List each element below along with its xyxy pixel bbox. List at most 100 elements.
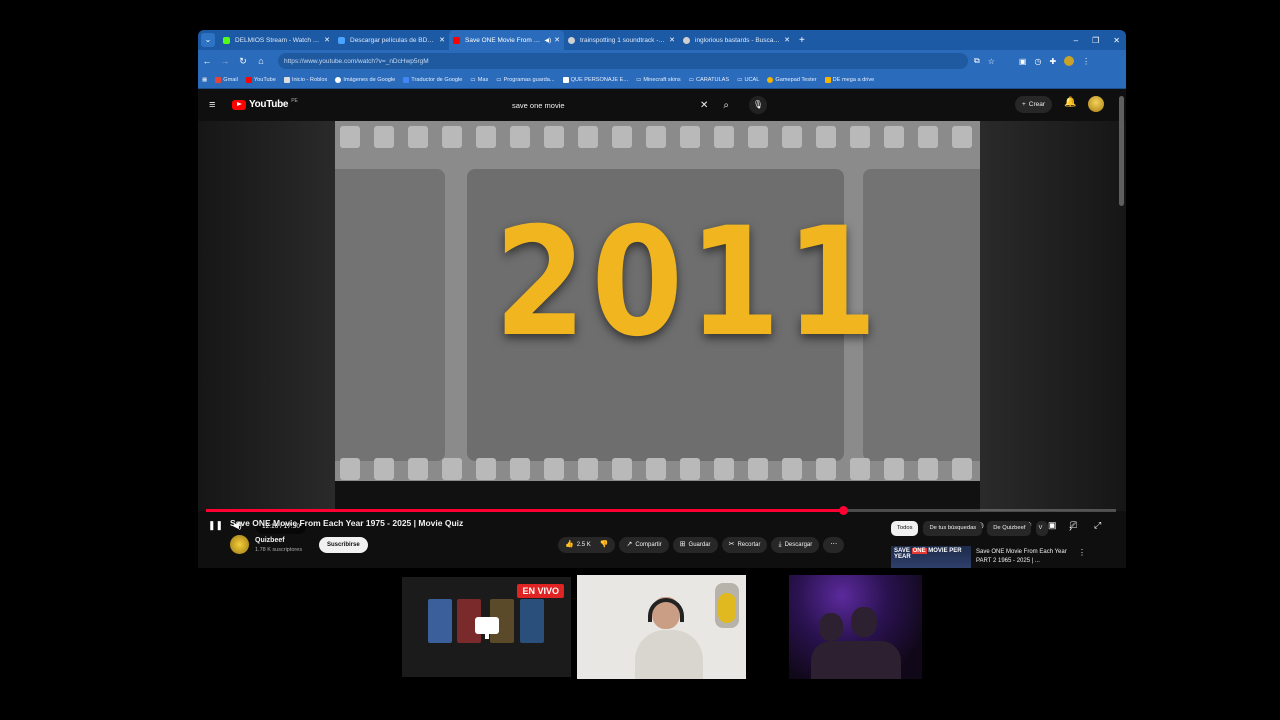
extension-puzzle-icon[interactable]: ✚	[1049, 57, 1056, 66]
download-button[interactable]: ⤓ Descargar	[771, 537, 820, 553]
minimize-icon[interactable]: –	[1074, 36, 1078, 45]
youtube-header: ≡ YouTube PE save one movie ✕ ⌕ 🎙 + Crea…	[198, 89, 1126, 121]
bookmark-gmail[interactable]: Gmail	[215, 77, 238, 83]
bookmark-folder-ucal[interactable]: ▭ UCAL	[737, 77, 759, 83]
share-button[interactable]: ↗ Compartir	[619, 537, 669, 553]
recommendation-title[interactable]: Save ONE Movie From Each Year PART 2 196…	[976, 548, 1068, 566]
hamburger-menu-icon[interactable]: ≡	[209, 99, 215, 111]
microphone-icon[interactable]: 🎙	[749, 96, 767, 114]
channel-avatar[interactable]	[230, 535, 249, 554]
save-button[interactable]: ⊞ Guardar	[672, 537, 718, 553]
close-window-icon[interactable]: ✕	[1113, 36, 1120, 45]
browser-toolbar: ← → ↻ ⌂ https://www.youtube.com/watch?v=…	[198, 50, 1126, 72]
history-icon[interactable]: ◷	[1034, 57, 1041, 66]
film-hole	[646, 126, 666, 148]
subscribe-button[interactable]: Suscribirse	[319, 537, 368, 553]
bookmark-roblox[interactable]: Inicio - Roblox	[283, 77, 327, 83]
tab-4[interactable]: inglorious bastards - Buscar co ✕	[679, 30, 794, 50]
tab-title: inglorious bastards - Buscar co	[695, 36, 782, 44]
recommendation-thumbnail[interactable]: SAVE ONE MOVIE PER YEAR	[891, 546, 971, 568]
restore-icon[interactable]: ❐	[1092, 36, 1099, 45]
progress-scrubber[interactable]	[839, 506, 848, 515]
chip-from-channel[interactable]: De Quizbeef	[987, 521, 1032, 536]
notifications-bell-icon[interactable]: 🔔	[1064, 97, 1076, 108]
profile-avatar[interactable]	[1064, 56, 1075, 66]
menu-dots-icon[interactable]: ⋮	[1082, 57, 1090, 66]
bookmark-label: Programas guarda...	[503, 77, 555, 83]
film-hole	[646, 458, 666, 480]
bookmark-translate[interactable]: Traductor de Google	[403, 77, 462, 83]
close-icon[interactable]: ✕	[554, 36, 560, 44]
bookmark-folder-minecraft[interactable]: ▭ Minecraft skins	[636, 77, 681, 83]
tab-1[interactable]: Descargar películas de BD25 en ✕	[334, 30, 449, 50]
film-hole	[510, 126, 530, 148]
progress-bar[interactable]	[206, 506, 1116, 515]
pause-icon[interactable]: ❚❚	[208, 520, 223, 531]
back-icon[interactable]: ←	[198, 56, 216, 66]
webcam-panel-guest	[789, 575, 922, 679]
video-player[interactable]: 2011 ❚❚ ◀) 12:16 / 17:30 ◉ ▭ ⚙ ▣ ⎚ ⤢	[198, 121, 1126, 534]
speaker-icon[interactable]: ◀)	[545, 37, 552, 44]
scissors-icon: ✂	[728, 541, 735, 548]
miniplayer-icon[interactable]: ▣	[1048, 520, 1057, 531]
like-button[interactable]: 👍 2.5 K 👎	[558, 537, 616, 553]
create-button[interactable]: + Crear	[1015, 96, 1053, 113]
video-frame[interactable]: 2011	[335, 121, 980, 481]
tab-0[interactable]: DELMIOS Stream - Watch Live ✕	[219, 30, 334, 50]
page-scrollbar[interactable]	[1119, 96, 1124, 206]
bookmark-label: YouTube	[253, 77, 276, 83]
bookmark-google-images[interactable]: Imágenes de Google	[335, 77, 395, 83]
guest-figure	[819, 613, 843, 641]
year-title: 2011	[494, 196, 883, 370]
chip-from-searches[interactable]: De tus búsquedas	[923, 521, 983, 536]
tab-title: DELMIOS Stream - Watch Live	[235, 36, 322, 44]
bookmark-folder-mas[interactable]: ▭ Mas	[470, 77, 488, 83]
bookmark-gamepad[interactable]: Gamepad Tester	[767, 77, 817, 83]
bookmark-folder-caratulas[interactable]: ▭ CARATULAS	[689, 77, 729, 83]
account-avatar[interactable]	[1088, 96, 1104, 112]
bookmark-folder-programas[interactable]: ▭ Programas guarda...	[496, 77, 554, 83]
home-icon[interactable]: ⌂	[252, 56, 270, 66]
apps-grid-icon[interactable]: ▦	[202, 77, 207, 83]
close-icon[interactable]: ✕	[324, 36, 330, 44]
chevron-right-icon[interactable]: ›	[1069, 523, 1072, 533]
tab-favicon-icon	[453, 36, 460, 44]
clear-search-icon[interactable]: ✕	[700, 100, 708, 111]
folder-icon: ▭	[688, 77, 694, 83]
film-hole	[816, 126, 836, 148]
bookmark-star-icon[interactable]: ☆	[988, 57, 995, 66]
clip-button[interactable]: ✂ Recortar	[721, 537, 768, 553]
install-icon[interactable]: ⧉	[974, 56, 980, 66]
download-label: Descargar	[784, 542, 813, 548]
bookmark-label: Gamepad Tester	[775, 77, 817, 83]
search-icon[interactable]: ⌕	[723, 100, 729, 111]
close-icon[interactable]: ✕	[439, 36, 445, 44]
address-bar[interactable]: https://www.youtube.com/watch?v=_nDcHwp5…	[278, 53, 968, 69]
tab-search-icon[interactable]: ⌄	[201, 33, 215, 47]
close-icon[interactable]: ✕	[784, 36, 790, 44]
chip-more[interactable]: V	[1036, 521, 1049, 536]
film-hole	[612, 458, 632, 480]
channel-name[interactable]: Quizbeef	[255, 537, 285, 544]
tab-2[interactable]: Save ONE Movie From Each ◀) ✕	[449, 30, 564, 50]
extensions-icon[interactable]: ▣	[1019, 57, 1027, 66]
chip-all[interactable]: Todos	[891, 521, 919, 536]
youtube-logo[interactable]: YouTube PE	[232, 98, 298, 110]
reload-icon[interactable]: ↻	[234, 56, 252, 67]
bookmark-mega[interactable]: DE mega a drive	[824, 77, 874, 83]
tab-3[interactable]: trainspotting 1 soundtrack - Bu ✕	[564, 30, 679, 50]
film-hole	[680, 126, 700, 148]
search-input[interactable]: save one movie	[503, 101, 700, 110]
film-hole	[374, 126, 394, 148]
more-vertical-icon[interactable]: ⋮	[1078, 548, 1086, 557]
bookmark-youtube[interactable]: YouTube	[245, 77, 276, 83]
thumbs-down-icon[interactable]: 👎	[600, 537, 609, 553]
forward-icon[interactable]: →	[216, 56, 234, 66]
bookmark-personaje[interactable]: QUE PERSONAJE E...	[562, 77, 628, 83]
search-bar: save one movie ✕ ⌕ 🎙	[503, 94, 767, 116]
close-icon[interactable]: ✕	[669, 36, 675, 44]
new-tab-icon[interactable]: +	[799, 35, 805, 46]
film-hole	[782, 126, 802, 148]
fullscreen-icon[interactable]: ⤢	[1094, 520, 1101, 531]
more-actions-button[interactable]: ⋯	[823, 537, 845, 553]
